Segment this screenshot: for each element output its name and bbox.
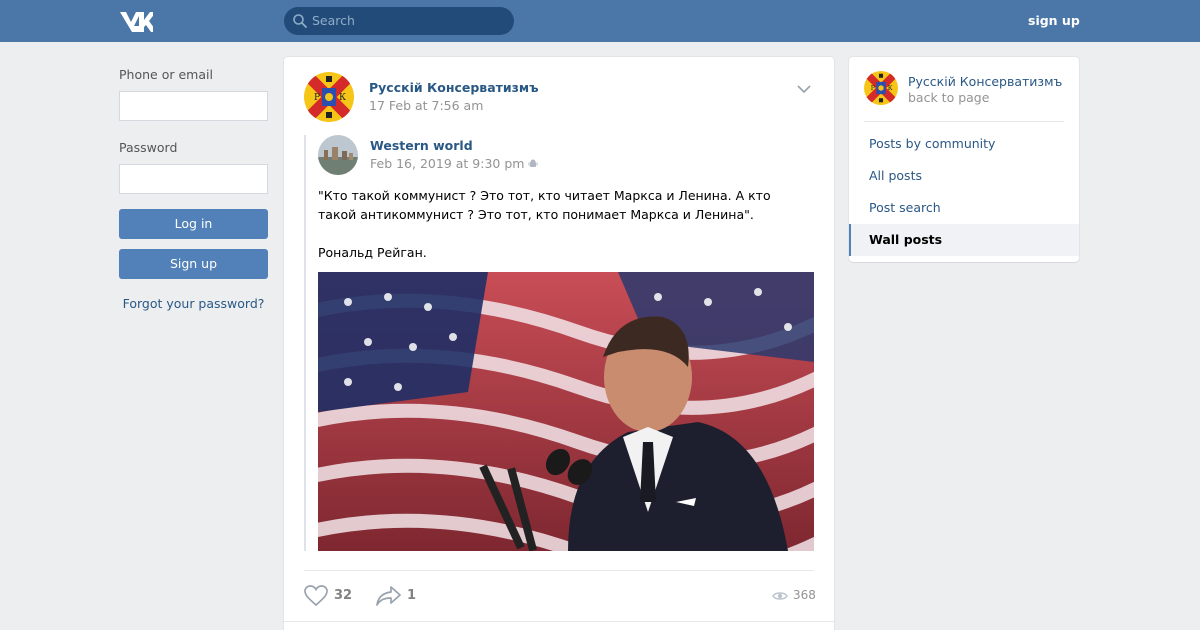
like-count: 32 (334, 588, 353, 603)
wall-post: Р К Русскій Консерватизмъ 17 Feb at 7:56… (284, 57, 834, 630)
svg-text:Р: Р (871, 85, 875, 92)
post-date[interactable]: 17 Feb at 7:56 am (369, 98, 483, 113)
post-text: "Кто такой коммунист ? Это тот, кто чита… (318, 186, 798, 262)
phone-field[interactable] (119, 91, 268, 121)
signup-button[interactable]: Sign up (119, 249, 268, 279)
side-menu: Р К Русскій Консерватизмъ back to page P… (849, 57, 1079, 262)
login-button[interactable]: Log in (119, 209, 268, 239)
forgot-password-link[interactable]: Forgot your password? (119, 296, 268, 311)
chevron-down-icon[interactable] (796, 83, 812, 95)
post-text-line: "Кто такой коммунист ? Это тот, кто чита… (318, 188, 771, 222)
header-signup-link[interactable]: sign up (1028, 13, 1080, 28)
post-text-line: Рональд Рейган. (318, 245, 427, 260)
back-to-page-link[interactable]: back to page (908, 90, 989, 105)
side-community-avatar[interactable]: Р К (864, 71, 898, 105)
password-label: Password (119, 140, 178, 155)
svg-text:К: К (888, 85, 893, 92)
password-field[interactable] (119, 164, 268, 194)
svg-text:К: К (339, 93, 346, 103)
android-icon (528, 159, 538, 167)
repost-date[interactable]: Feb 16, 2019 at 9:30 pm (370, 156, 538, 171)
search-input[interactable]: Search (284, 7, 514, 35)
login-form: Phone or email Password Log in Sign up F… (119, 67, 268, 311)
vk-logo-icon[interactable] (119, 10, 153, 32)
top-header: Search sign up (0, 0, 1200, 42)
share-count: 1 (407, 588, 417, 603)
repost-date-text: Feb 16, 2019 at 9:30 pm (370, 156, 525, 171)
repost-line (304, 135, 306, 551)
post-text-line (318, 224, 798, 243)
share-button[interactable]: 1 (376, 585, 436, 607)
repost-author[interactable]: Western world (370, 138, 473, 153)
views-count: 368 (793, 588, 816, 602)
share-icon (376, 586, 401, 606)
side-item-all-posts[interactable]: All posts (849, 160, 1079, 192)
repost-avatar[interactable] (318, 135, 358, 175)
post-bottom-divider (284, 621, 834, 622)
search-icon (293, 14, 307, 28)
side-item-posts-by-community[interactable]: Posts by community (849, 128, 1079, 160)
side-item-post-search[interactable]: Post search (849, 192, 1079, 224)
side-item-wall-posts[interactable]: Wall posts (849, 224, 1079, 256)
community-avatar[interactable]: Р К (304, 72, 354, 122)
side-community-name[interactable]: Русскій Консерватизмъ (908, 74, 1062, 89)
actions-divider (304, 570, 814, 571)
post-author[interactable]: Русскій Консерватизмъ (369, 80, 539, 95)
heart-icon (304, 585, 328, 607)
phone-label: Phone or email (119, 67, 213, 82)
eye-icon (772, 592, 788, 600)
side-separator (864, 121, 1064, 122)
svg-text:Р: Р (314, 93, 320, 103)
views-counter: 368 (772, 588, 832, 604)
post-photo[interactable] (318, 272, 814, 551)
search-placeholder: Search (312, 13, 355, 28)
